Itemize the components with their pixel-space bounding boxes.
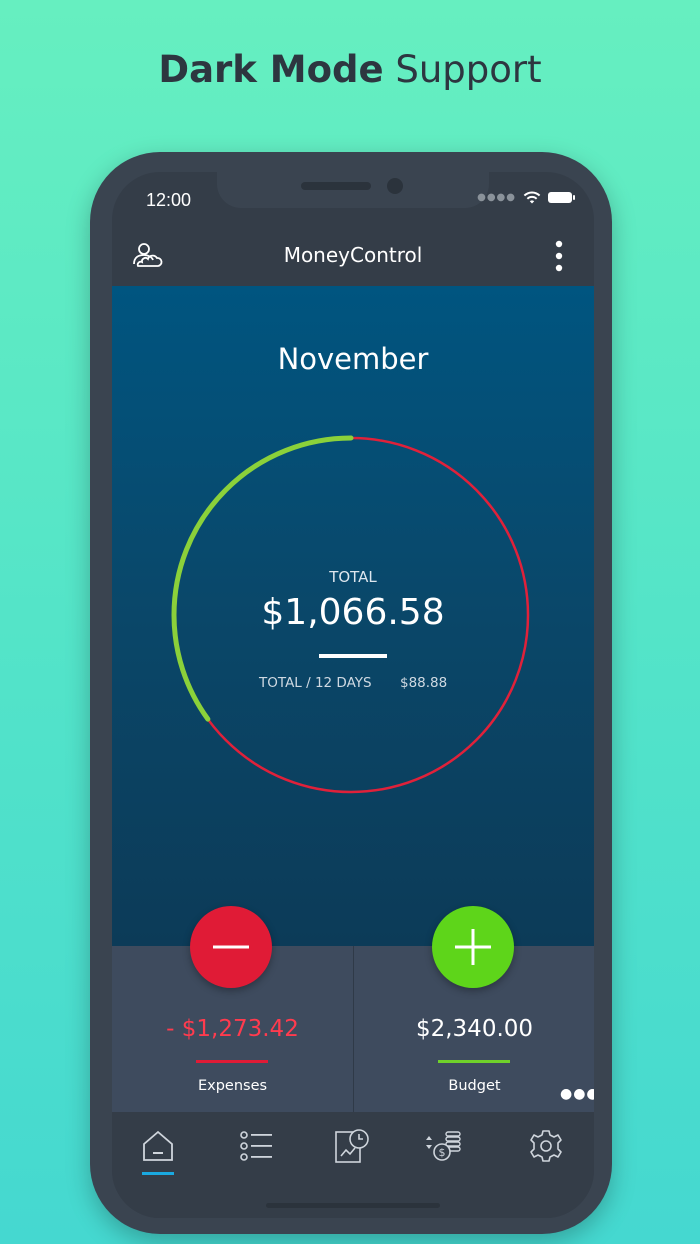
- total-value: $1,066.58: [261, 592, 445, 633]
- expenses-label: Expenses: [197, 1078, 268, 1094]
- home-indicator: [266, 1203, 440, 1208]
- camera: [387, 178, 403, 194]
- headline-bold: Dark Mode: [158, 48, 384, 91]
- add-expense-button[interactable]: [190, 906, 272, 988]
- currency-coins-icon: $: [426, 1131, 461, 1161]
- add-budget-button[interactable]: [432, 906, 514, 988]
- wifi-icon: [523, 191, 541, 204]
- tab-list[interactable]: [236, 1126, 284, 1174]
- app-bar: MoneyControl: [112, 222, 594, 286]
- battery-icon: [548, 192, 575, 203]
- expenses-amount: - $1,273.42: [166, 1016, 299, 1042]
- total-underline: [319, 654, 387, 658]
- app-screen: 12:00 ●●●● MoneyControl November TOTAL $…: [112, 172, 594, 1218]
- active-tab-indicator: [142, 1172, 174, 1175]
- bottom-tab-bar: $: [112, 1112, 594, 1218]
- budget-bar: [438, 1060, 510, 1063]
- history-icon: [335, 1129, 369, 1163]
- headline-light: Support: [395, 48, 542, 91]
- budget-label: Budget: [448, 1078, 501, 1094]
- expenses-bar: [196, 1060, 268, 1063]
- settings-gear-icon: [530, 1130, 562, 1162]
- home-icon: [143, 1130, 173, 1161]
- per-days-label: TOTAL / 12 DAYS: [259, 675, 372, 691]
- more-vertical-icon[interactable]: [552, 240, 566, 272]
- headline: Dark Mode Support: [0, 48, 700, 91]
- notch: [217, 172, 489, 208]
- list-icon: [240, 1131, 272, 1161]
- per-days-value: $88.88: [400, 675, 448, 691]
- status-indicators: ●●●●: [477, 190, 575, 205]
- tab-history[interactable]: [332, 1126, 380, 1174]
- speaker: [301, 182, 371, 190]
- status-time: 12:00: [146, 190, 192, 210]
- minus-icon: [213, 945, 249, 949]
- total-label: TOTAL: [329, 568, 377, 586]
- tab-currency[interactable]: $: [422, 1126, 470, 1174]
- signal-icon: ●●●●: [477, 192, 516, 203]
- plus-icon: [455, 929, 491, 965]
- tab-home[interactable]: [138, 1126, 186, 1174]
- more-horizontal-icon[interactable]: ●●●: [560, 1086, 594, 1102]
- tab-settings[interactable]: [526, 1126, 574, 1174]
- summary-panel: November TOTAL $1,066.58 TOTAL / 12 DAYS…: [112, 286, 594, 946]
- app-title: MoneyControl: [283, 243, 423, 267]
- budget-amount: $2,340.00: [415, 1016, 534, 1042]
- svg-text:$: $: [439, 1146, 446, 1159]
- month-title: November: [277, 342, 429, 376]
- totals-cards: - $1,273.42 Expenses $2,340.00 Budget: [112, 946, 594, 1112]
